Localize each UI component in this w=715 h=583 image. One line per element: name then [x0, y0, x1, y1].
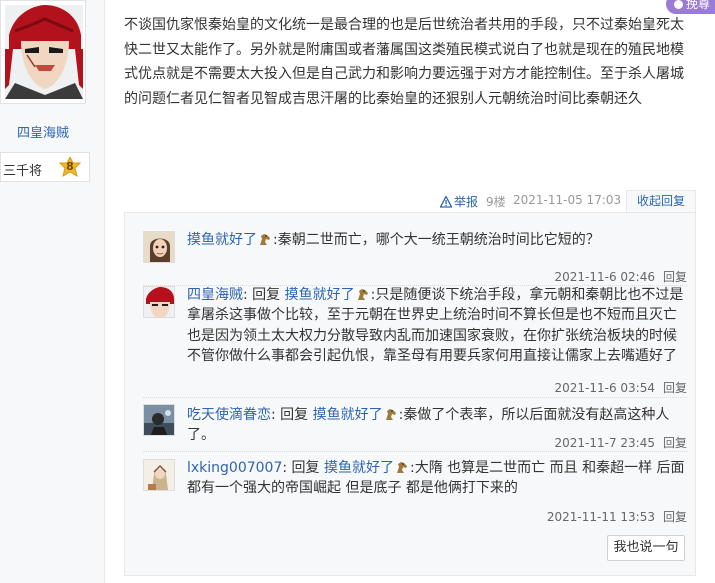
author-avatar-frame[interactable] — [0, 0, 86, 104]
reply-text: lxking007007: 回复 摸鱼就好了:大隋 也算是二世而亡 而且 和秦超… — [187, 458, 687, 499]
horse-icon — [385, 409, 396, 420]
rank-level-number: 8 — [66, 160, 74, 173]
tag-badge[interactable]: 挽尊 — [666, 0, 715, 14]
reply-time: 2021-11-11 13:53 — [546, 510, 655, 524]
floor-number: 9楼 — [486, 195, 506, 209]
rank-title: 三千将 — [3, 164, 43, 179]
reply-user[interactable]: 吃天使滴眷恋 — [187, 407, 271, 423]
reply-button[interactable]: 回复 — [663, 270, 687, 284]
post-meta: 举报 9楼 2021-11-05 17:03 收起回复 — [124, 190, 696, 212]
user-rank[interactable]: 三千将 8 — [0, 152, 90, 182]
reply-box: 摸鱼就好了:秦朝二世而亡，哪个大一统王朝统治时间比它短的？ 2021-11-6 … — [124, 212, 696, 576]
rank-level-badge: 8 — [58, 155, 82, 179]
reply-user[interactable]: lxking007007 — [187, 460, 282, 476]
reply-text: 四皇海贼: 回复 摸鱼就好了:只是随便谈下统治手段，拿元朝和秦朝比也不过是拿屠杀… — [187, 285, 687, 366]
reply-meta: 2021-11-6 03:54 回复 — [554, 379, 687, 396]
reply-target-user[interactable]: 摸鱼就好了 — [324, 460, 394, 476]
reply-content: 秦朝二世而亡，哪个大一统王朝统治时间比它短的？ — [277, 232, 600, 248]
reply-avatar[interactable] — [143, 459, 175, 491]
author-name-link[interactable]: 四皇海贼 — [0, 122, 86, 141]
report-link[interactable]: 举报 — [440, 193, 478, 210]
reply-target-user[interactable]: 摸鱼就好了 — [285, 287, 355, 303]
report-label: 举报 — [454, 195, 479, 209]
reply-word: 回复 — [280, 407, 309, 423]
post-content: 不谈国仇家恨秦始皇的文化统一是最合理的也是后世统治者共用的手段，只不过秦始皇死太… — [124, 17, 684, 107]
reply-word: 回复 — [291, 460, 320, 476]
reply-button[interactable]: 回复 — [663, 381, 687, 395]
reply-user[interactable]: 摸鱼就好了 — [187, 232, 257, 248]
horse-icon — [260, 234, 270, 245]
reply-sep-user: : — [243, 287, 248, 303]
author-sidebar: 四皇海贼 三千将 8 — [0, 0, 105, 583]
reply-meta: 2021-11-7 23:45 回复 — [554, 434, 687, 451]
post-time: 2021-11-05 17:03 — [513, 193, 622, 207]
badge-icon — [674, 0, 683, 9]
reply-sep-user: : — [271, 407, 276, 423]
reply-word: 回复 — [252, 287, 281, 303]
reply-button[interactable]: 回复 — [663, 510, 687, 524]
reply-meta: 2021-11-6 02:46 回复 — [554, 268, 687, 285]
reply-avatar[interactable] — [143, 286, 175, 318]
reply-meta: 2021-11-11 13:53 回复 — [547, 508, 687, 525]
reply-text: 摸鱼就好了:秦朝二世而亡，哪个大一统王朝统治时间比它短的？ — [187, 230, 687, 250]
report-icon — [440, 195, 452, 208]
horse-icon — [397, 462, 407, 473]
reply-button[interactable]: 回复 — [663, 436, 687, 450]
reply-user[interactable]: 四皇海贼 — [187, 287, 243, 303]
reply-item: 四皇海贼: 回复 摸鱼就好了:只是随便谈下统治手段，拿元朝和秦朝比也不过是拿屠杀… — [143, 286, 687, 398]
reply-time: 2021-11-7 23:45 — [554, 436, 655, 450]
say-something-button[interactable]: 我也说一句 — [607, 535, 685, 561]
reply-item: 摸鱼就好了:秦朝二世而亡，哪个大一统王朝统治时间比它短的？ 2021-11-6 … — [143, 230, 687, 286]
horse-icon — [357, 289, 368, 300]
badge-label: 挽尊 — [686, 0, 711, 11]
reply-time: 2021-11-6 02:46 — [554, 270, 655, 284]
reply-time: 2021-11-6 03:54 — [554, 381, 655, 395]
author-avatar[interactable] — [5, 5, 83, 99]
reply-avatar[interactable] — [143, 404, 175, 436]
reply-avatar[interactable] — [143, 231, 175, 263]
reply-target-user[interactable]: 摸鱼就好了 — [313, 407, 383, 423]
collapse-replies-button[interactable]: 收起回复 — [626, 190, 696, 212]
reply-sep-user: : — [282, 460, 288, 476]
reply-item: 吃天使滴眷恋: 回复 摸鱼就好了:秦做了个表率，所以后面就没有赵高这种人了。 2… — [143, 398, 687, 452]
reply-item: lxking007007: 回复 摸鱼就好了:大隋 也算是二世而亡 而且 和秦超… — [143, 452, 687, 528]
